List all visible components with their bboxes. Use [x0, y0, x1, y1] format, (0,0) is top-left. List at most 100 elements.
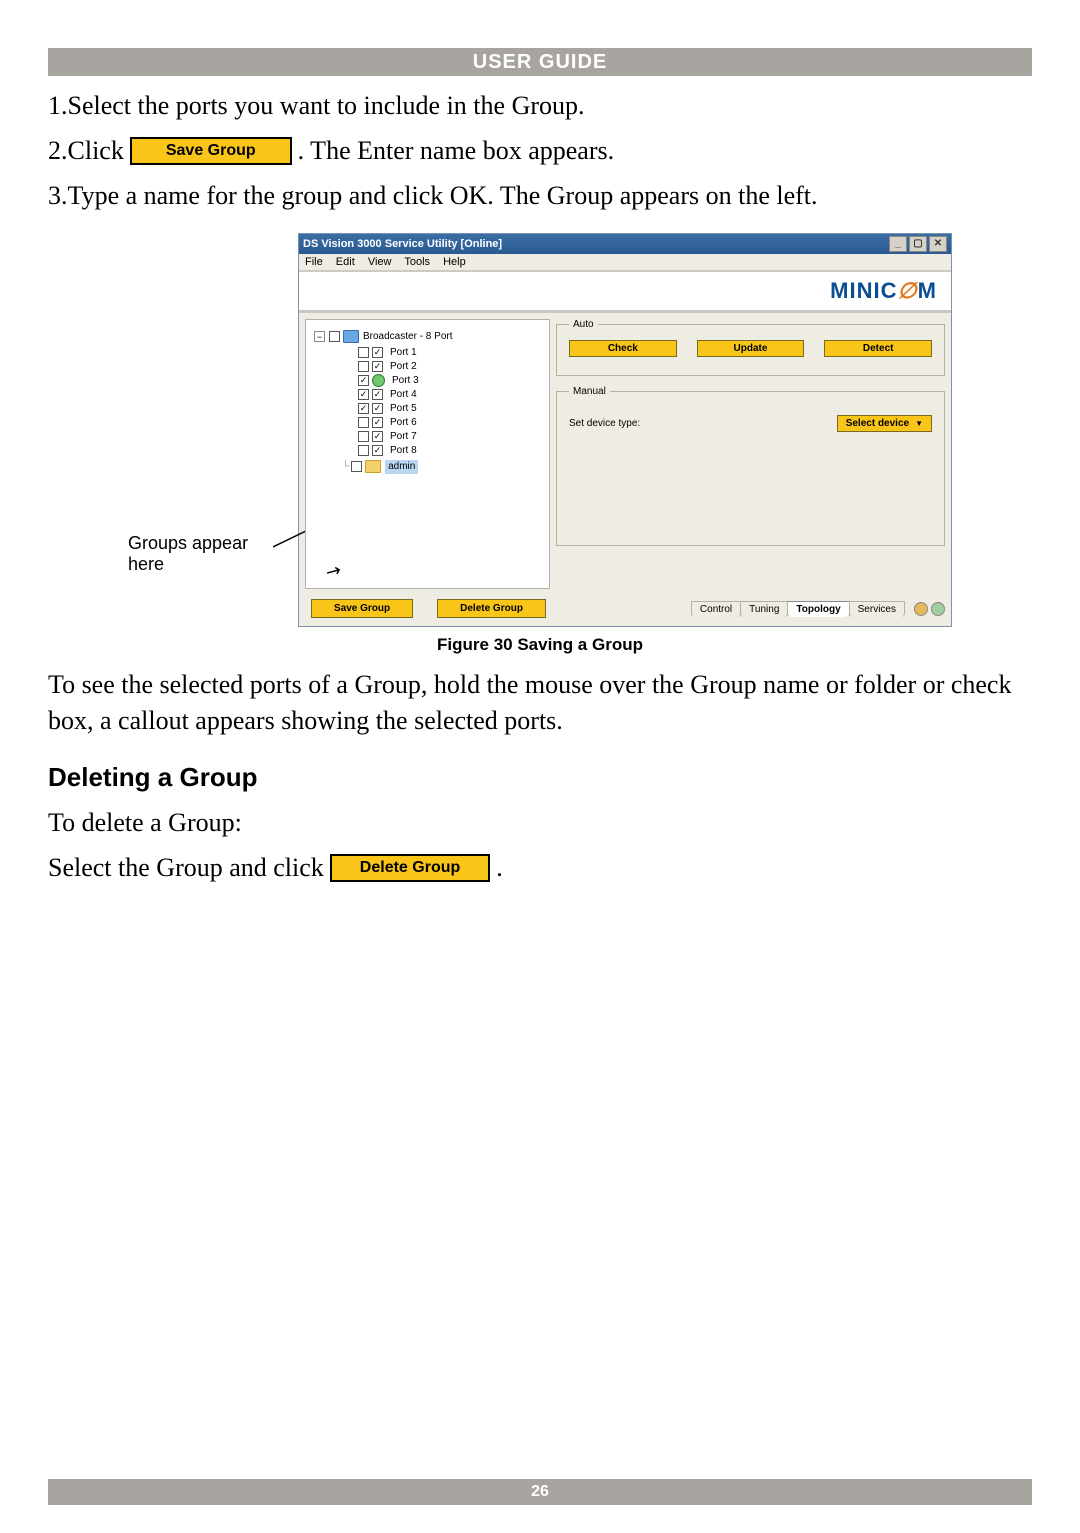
delete-group-button[interactable]: Delete Group — [437, 599, 546, 618]
menu-view[interactable]: View — [368, 256, 392, 268]
check-button[interactable]: Check — [569, 340, 677, 357]
update-button[interactable]: Update — [697, 340, 805, 357]
port-checkbox-1[interactable] — [358, 361, 369, 372]
logo-right: M — [918, 278, 937, 303]
menu-file[interactable]: File — [305, 256, 323, 268]
port-checkbox-2[interactable] — [372, 417, 383, 428]
tabset: ControlTuningTopologyServices — [691, 600, 904, 616]
callout-line2: here — [128, 554, 298, 575]
port-checkbox-2[interactable] — [372, 431, 383, 442]
bottom-left: Save Group Delete Group — [311, 599, 546, 618]
tab-topology[interactable]: Topology — [787, 601, 849, 617]
tab-services[interactable]: Services — [849, 601, 905, 617]
port-checkbox-2[interactable] — [372, 403, 383, 414]
save-group-button[interactable]: Save Group — [311, 599, 413, 618]
port-label: Port 4 — [390, 388, 417, 402]
port-checkbox-2[interactable] — [372, 361, 383, 372]
step-2-suffix: . The Enter name box appears. — [298, 136, 614, 166]
select-device-label: Select device — [846, 418, 909, 429]
tree-port-row[interactable]: Port 2 — [358, 360, 541, 374]
folder-icon — [343, 330, 359, 343]
step-1: 1.Select the ports you want to include i… — [48, 88, 1032, 124]
tree-root[interactable]: − Broadcaster - 8 Port — [314, 330, 541, 344]
port-checkbox-1[interactable] — [358, 389, 369, 400]
port-label: Port 8 — [390, 444, 417, 458]
delete-group-button-inline[interactable]: Delete Group — [330, 854, 490, 882]
tree-port-row[interactable]: Port 6 — [358, 416, 541, 430]
port-checkbox-2[interactable] — [372, 445, 383, 456]
admin-label: admin — [385, 460, 418, 474]
port-label: Port 1 — [390, 346, 417, 360]
port-checkbox-1[interactable] — [358, 417, 369, 428]
page-number: 26 — [531, 1483, 549, 1500]
minimize-icon[interactable]: _ — [889, 236, 907, 252]
tree-port-row[interactable]: Port 7 — [358, 430, 541, 444]
logo-row: MINIC∅M — [299, 271, 951, 313]
minicom-logo: MINIC∅M — [830, 278, 937, 304]
tab-control[interactable]: Control — [691, 601, 741, 617]
tree-port-row[interactable]: Port 4 — [358, 388, 541, 402]
para-after-figure: To see the selected ports of a Group, ho… — [48, 667, 1032, 740]
tree-port-row[interactable]: Port 5 — [358, 402, 541, 416]
tree-port-row[interactable]: Port 8 — [358, 444, 541, 458]
port-checkbox-2[interactable] — [372, 389, 383, 400]
app-title: DS Vision 3000 Service Utility [Online] — [303, 238, 502, 250]
led-orange-icon — [914, 602, 928, 616]
led-green-icon — [931, 602, 945, 616]
port-status-icon — [372, 374, 385, 387]
step-2-prefix: 2.Click — [48, 136, 124, 166]
maximize-icon[interactable]: ▢ — [909, 236, 927, 252]
header-bar: USER GUIDE — [48, 48, 1032, 76]
menu-help[interactable]: Help — [443, 256, 466, 268]
delete-prefix: Select the Group and click — [48, 853, 324, 883]
port-checkbox-1[interactable] — [358, 445, 369, 456]
tree-line: └ — [340, 460, 351, 474]
window-controls: _ ▢ ✕ — [889, 236, 947, 252]
titlebar: DS Vision 3000 Service Utility [Online] … — [299, 234, 951, 254]
port-checkbox-1[interactable] — [358, 347, 369, 358]
tree-admin-row[interactable]: └ admin — [340, 460, 541, 474]
port-label: Port 7 — [390, 430, 417, 444]
tree-pointer-arrow-icon: ↗ — [324, 561, 344, 581]
collapse-icon[interactable]: − — [314, 331, 325, 342]
section-deleting-a-group: Deleting a Group — [48, 762, 1032, 793]
tree-panel: − Broadcaster - 8 Port Port 1Port 2Port … — [305, 319, 550, 589]
tree-port-row[interactable]: Port 1 — [358, 346, 541, 360]
menu-tools[interactable]: Tools — [404, 256, 430, 268]
app-window: DS Vision 3000 Service Utility [Online] … — [298, 233, 952, 627]
content-row: − Broadcaster - 8 Port Port 1Port 2Port … — [299, 313, 951, 595]
close-icon[interactable]: ✕ — [929, 236, 947, 252]
tab-tuning[interactable]: Tuning — [740, 601, 788, 617]
status-leds — [914, 602, 945, 616]
port-label: Port 3 — [392, 374, 419, 388]
callout: Groups appear here — [128, 233, 298, 575]
port-checkbox-1[interactable] — [358, 431, 369, 442]
port-checkbox-1[interactable] — [358, 375, 369, 386]
bottom-row: Save Group Delete Group ControlTuningTop… — [299, 595, 951, 626]
admin-checkbox[interactable] — [351, 461, 362, 472]
header-title: USER GUIDE — [473, 51, 607, 73]
manual-group: Manual Set device type: Select device ▼ — [556, 386, 945, 546]
logo-left: MINIC — [830, 278, 897, 303]
figure-caption: Figure 30 Saving a Group — [48, 635, 1032, 655]
save-group-button-inline[interactable]: Save Group — [130, 137, 292, 165]
select-device-dropdown[interactable]: Select device ▼ — [837, 415, 932, 432]
menu-edit[interactable]: Edit — [336, 256, 355, 268]
page-footer: 26 — [48, 1479, 1032, 1505]
auto-legend: Auto — [569, 319, 598, 330]
folder-icon — [365, 460, 381, 473]
bottom-right: ControlTuningTopologyServices — [691, 600, 945, 616]
step-3: 3.Type a name for the group and click OK… — [48, 178, 1032, 214]
delete-step: Select the Group and click Delete Group … — [48, 853, 1032, 883]
port-checkbox-2[interactable] — [372, 347, 383, 358]
port-label: Port 6 — [390, 416, 417, 430]
detect-button[interactable]: Detect — [824, 340, 932, 357]
port-label: Port 5 — [390, 402, 417, 416]
port-checkbox-1[interactable] — [358, 403, 369, 414]
delete-suffix: . — [496, 853, 503, 883]
tree-port-row[interactable]: Port 3 — [358, 374, 541, 388]
root-label: Broadcaster - 8 Port — [363, 330, 452, 344]
manual-legend: Manual — [569, 386, 610, 397]
logo-slash-icon: ∅ — [898, 278, 918, 303]
root-checkbox[interactable] — [329, 331, 340, 342]
